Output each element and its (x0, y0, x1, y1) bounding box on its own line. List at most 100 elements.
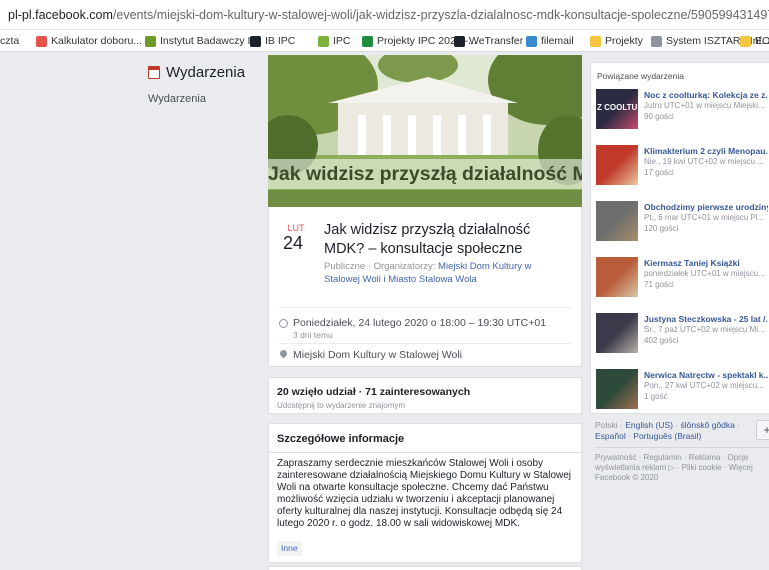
bookmark-label: Instytut Badawczy I... (160, 35, 260, 47)
bookmark-label: WeTransfer (469, 35, 524, 47)
folder-icon (590, 35, 601, 47)
related-event-guests: 90 gości (644, 112, 674, 121)
bookmark-item[interactable]: czta (0, 30, 20, 51)
lang-link[interactable]: Polski (595, 420, 618, 430)
details-body: Zapraszamy serdecznie mieszkańców Stalow… (277, 458, 572, 529)
related-event-guests: 17 gości (644, 168, 674, 177)
event-meta: Publiczne · Organizatorzy: Miejski Dom K… (324, 260, 569, 286)
event-header-card: LUT 24 Jak widzisz przyszłą działalność … (268, 207, 582, 367)
related-event-thumbnail (596, 201, 638, 241)
system-icon (651, 35, 662, 47)
related-event-item[interactable]: Klimakterium 2 czyli Menopau... Nie., 19 … (596, 145, 768, 189)
category-tag[interactable]: Inne (277, 541, 302, 556)
wetransfer-icon (454, 35, 465, 47)
related-event-item[interactable]: Nerwica Natręctw - spektakl k... Pon., 27… (596, 369, 768, 413)
folder-icon (740, 35, 751, 47)
lang-link[interactable]: ślōnskŏ gŏdka (681, 420, 735, 430)
related-event-when: Pon., 27 kwi UTC+02 w miejscu... (644, 381, 764, 390)
bookmark-label: Kalkulator doboru... (51, 35, 143, 47)
related-events-heading: Powiązane wydarzenia (597, 71, 684, 81)
bookmark-item[interactable]: filemail (526, 30, 574, 51)
clock-icon (279, 319, 288, 328)
bookmark-item[interactable]: Instytut Badawczy I... (145, 30, 260, 51)
event-date-month: LUT (287, 223, 305, 233)
related-event-when: poniedziałek UTC+01 w miejscu... (644, 269, 765, 278)
related-event-thumbnail (596, 313, 638, 353)
related-event-guests: 1 gość (644, 392, 668, 401)
related-event-title[interactable]: Klimakterium 2 czyli Menopau... (644, 146, 768, 156)
attendance-count[interactable]: 20 wzięło udział · 71 zainteresowanych (277, 386, 470, 398)
details-card: Szczegółowe informacje Zapraszamy serdec… (268, 423, 582, 563)
related-event-item[interactable]: Justyna Steczkowska - 25 lat /... Śr., 7 … (596, 313, 768, 357)
url-host: pl-pl.facebook.com (8, 8, 113, 22)
bookmark-item[interactable]: IB IPC (250, 30, 296, 51)
calculator-icon (36, 35, 47, 47)
event-location-row[interactable]: Miejski Dom Kultury w Stalowej Woli (278, 348, 579, 363)
more-languages-button[interactable]: + (756, 420, 769, 440)
event-datetime: Poniedziałek, 24 lutego 2020 o 18:00 – 1… (293, 317, 547, 329)
related-events-panel: Powiązane wydarzenia Z COOLTU Noc z coolt… (590, 62, 769, 414)
related-event-title[interactable]: Noc z coolturką: Kolekcja ze z... (644, 90, 768, 100)
location-pin-icon (278, 348, 289, 359)
divider (279, 307, 571, 308)
details-heading: Szczegółowe informacje (277, 433, 405, 445)
bookmarks-bar: czta Kalkulator doboru... Instytut Badawcz… (0, 30, 769, 52)
bookmark-item[interactable]: EO (740, 30, 769, 51)
calendar-icon (148, 66, 160, 79)
lang-link[interactable]: English (US) (625, 420, 673, 430)
share-event-link[interactable]: Udostępnij to wydarzenie znajomym (277, 401, 405, 410)
globe-icon (250, 35, 261, 47)
related-event-when: Śr., 7 paź UTC+02 w miejscu Mi... (644, 325, 765, 334)
attendance-card: 20 wzięło udział · 71 zainteresowanych U… (268, 377, 582, 414)
sheet-icon (362, 35, 373, 47)
bookmark-item[interactable]: IPC (318, 30, 351, 51)
related-event-title[interactable]: Justyna Steczkowska - 25 lat /... (644, 314, 768, 324)
address-bar[interactable]: pl-pl.facebook.com/events/miejski-dom-ku… (0, 0, 769, 30)
bookmark-item[interactable]: WeTransfer (454, 30, 524, 51)
event-title: Jak widzisz przyszłą działalność MDK? – … (324, 222, 531, 257)
next-card (268, 566, 582, 570)
bookmark-label: EO (755, 35, 769, 47)
related-event-when: Pt., 6 mar UTC+01 w miejscu Pi... (644, 213, 765, 222)
related-event-thumbnail: Z COOLTU (596, 89, 638, 129)
bookmark-item[interactable]: Kalkulator doboru... (36, 30, 143, 51)
legal-links[interactable]: Prywatność · Regulamin · Reklama · Opcje… (595, 453, 769, 473)
lang-link[interactable]: Português (Brasil) (633, 431, 701, 441)
event-location: Miejski Dom Kultury w Stalowej Woli (293, 349, 463, 361)
bookmark-label: czta (0, 35, 20, 47)
legal-footer: Prywatność · Regulamin · Reklama · Opcje… (595, 453, 769, 483)
mail-icon (526, 35, 537, 47)
bookmark-label: IPC (333, 35, 351, 47)
related-event-thumbnail (596, 145, 638, 185)
related-event-item[interactable]: Obchodzimy pierwsze urodziny! Pt., 6 mar … (596, 201, 768, 245)
divider (269, 452, 581, 453)
related-event-guests: 120 gości (644, 224, 679, 233)
nav-events-link[interactable]: Wydarzenia (148, 93, 245, 105)
related-event-guests: 402 gości (644, 336, 679, 345)
related-event-title[interactable]: Obchodzimy pierwsze urodziny! (644, 202, 768, 212)
related-event-title[interactable]: Kiermasz Taniej Książki (644, 258, 768, 268)
left-nav: Wydarzenia Wydarzenia (148, 64, 245, 105)
language-links: Polski · English (US) · ślōnskŏ gŏdka · … (595, 420, 741, 441)
event-visibility: Publiczne · Organizatorzy: (324, 261, 439, 272)
bookmark-label: IB IPC (265, 35, 296, 47)
bookmark-label: Projekty (605, 35, 643, 47)
event-cover-photo[interactable]: Jak widzisz przyszłą działalność MDK? (268, 55, 582, 207)
bookmark-item[interactable]: Projekty (590, 30, 643, 51)
event-date-day: 24 (283, 233, 304, 253)
thumbnail-text: Z COOLTU (597, 103, 638, 112)
related-event-item[interactable]: Z COOLTU Noc z coolturką: Kolekcja ze z..… (596, 89, 768, 133)
related-event-title[interactable]: Nerwica Natręctw - spektakl k... (644, 370, 768, 380)
url-path: /events/miejski-dom-kultury-w-stalowej-w… (112, 8, 769, 22)
event-datetime-row[interactable]: Poniedziałek, 24 lutego 2020 o 18:00 – 1… (279, 317, 579, 345)
divider (595, 447, 769, 448)
bookmark-label: filemail (541, 35, 574, 47)
related-event-guests: 71 gości (644, 280, 674, 289)
nav-events-header[interactable]: Wydarzenia (148, 64, 245, 81)
lang-link[interactable]: Español (595, 431, 626, 441)
event-datetime-relative: 3 dni temu (293, 330, 333, 340)
related-event-item[interactable]: Kiermasz Taniej Książki poniedziałek UTC+… (596, 257, 768, 301)
leaf-icon (145, 35, 156, 47)
divider (279, 343, 571, 344)
related-event-when: Nie., 19 kwi UTC+02 w miejscu ... (644, 157, 764, 166)
